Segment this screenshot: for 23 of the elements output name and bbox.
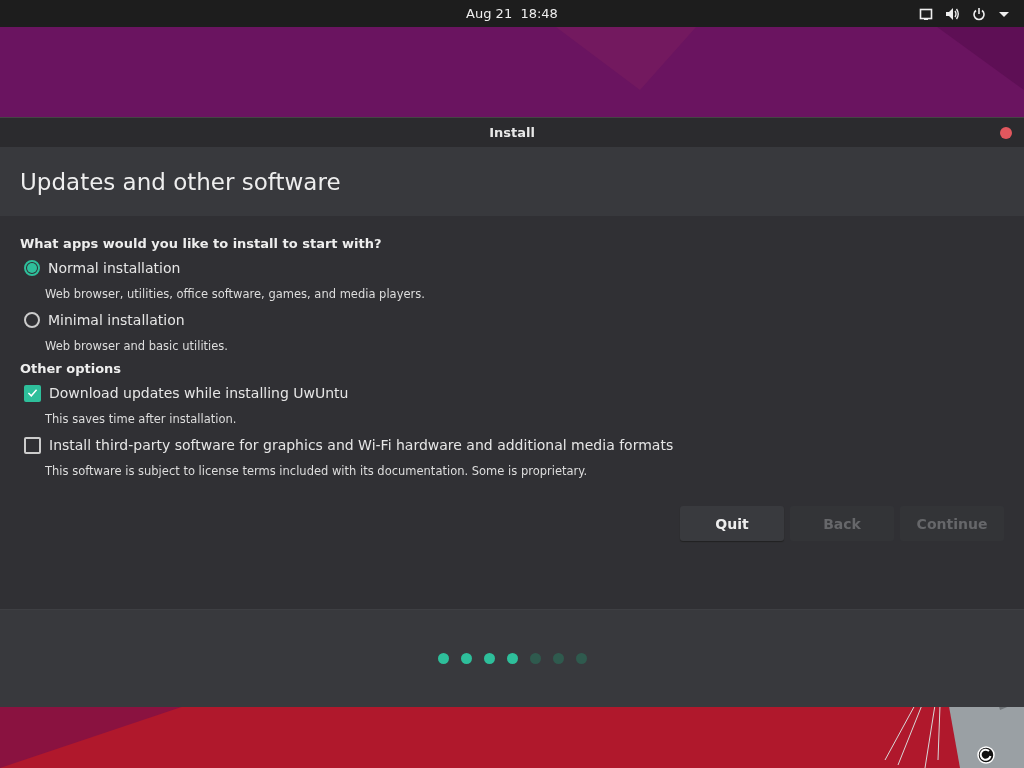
section-title: What apps would you like to install to start with? [20, 236, 383, 251]
option-description: This saves time after installation. [44, 412, 238, 426]
option-label[interactable]: Minimal installation [48, 312, 185, 328]
checkbox[interactable] [24, 436, 41, 454]
power-icon [972, 6, 986, 21]
option-label[interactable]: Install third-party software for graphics and Wi-Fi hardware and additional media formats [49, 437, 674, 453]
close-button[interactable] [1000, 127, 1012, 139]
option-label[interactable]: Normal installation [48, 260, 181, 276]
busy-cursor-icon [977, 746, 995, 764]
screen-icon [919, 6, 933, 21]
clock[interactable]: Aug 21 18:48 [466, 6, 558, 21]
page-heading: Updates and other software [20, 168, 341, 195]
option-description: This software is subject to license terms included with its documentation. Some is proprietary. [44, 464, 589, 478]
option-description: Web browser and basic utilities. [44, 339, 229, 353]
section-title: Other options [20, 361, 123, 376]
radio-button[interactable] [24, 260, 40, 276]
dialog-button[interactable]: Quit [680, 506, 784, 541]
radio-button[interactable] [24, 312, 40, 328]
checkbox[interactable] [24, 384, 41, 402]
volume-icon [945, 6, 960, 21]
window-title: Install [489, 125, 535, 140]
option-description: Web browser, utilities, office software, games, and media players. [44, 287, 426, 301]
option-label[interactable]: Download updates while installing UwUntu [49, 385, 349, 401]
